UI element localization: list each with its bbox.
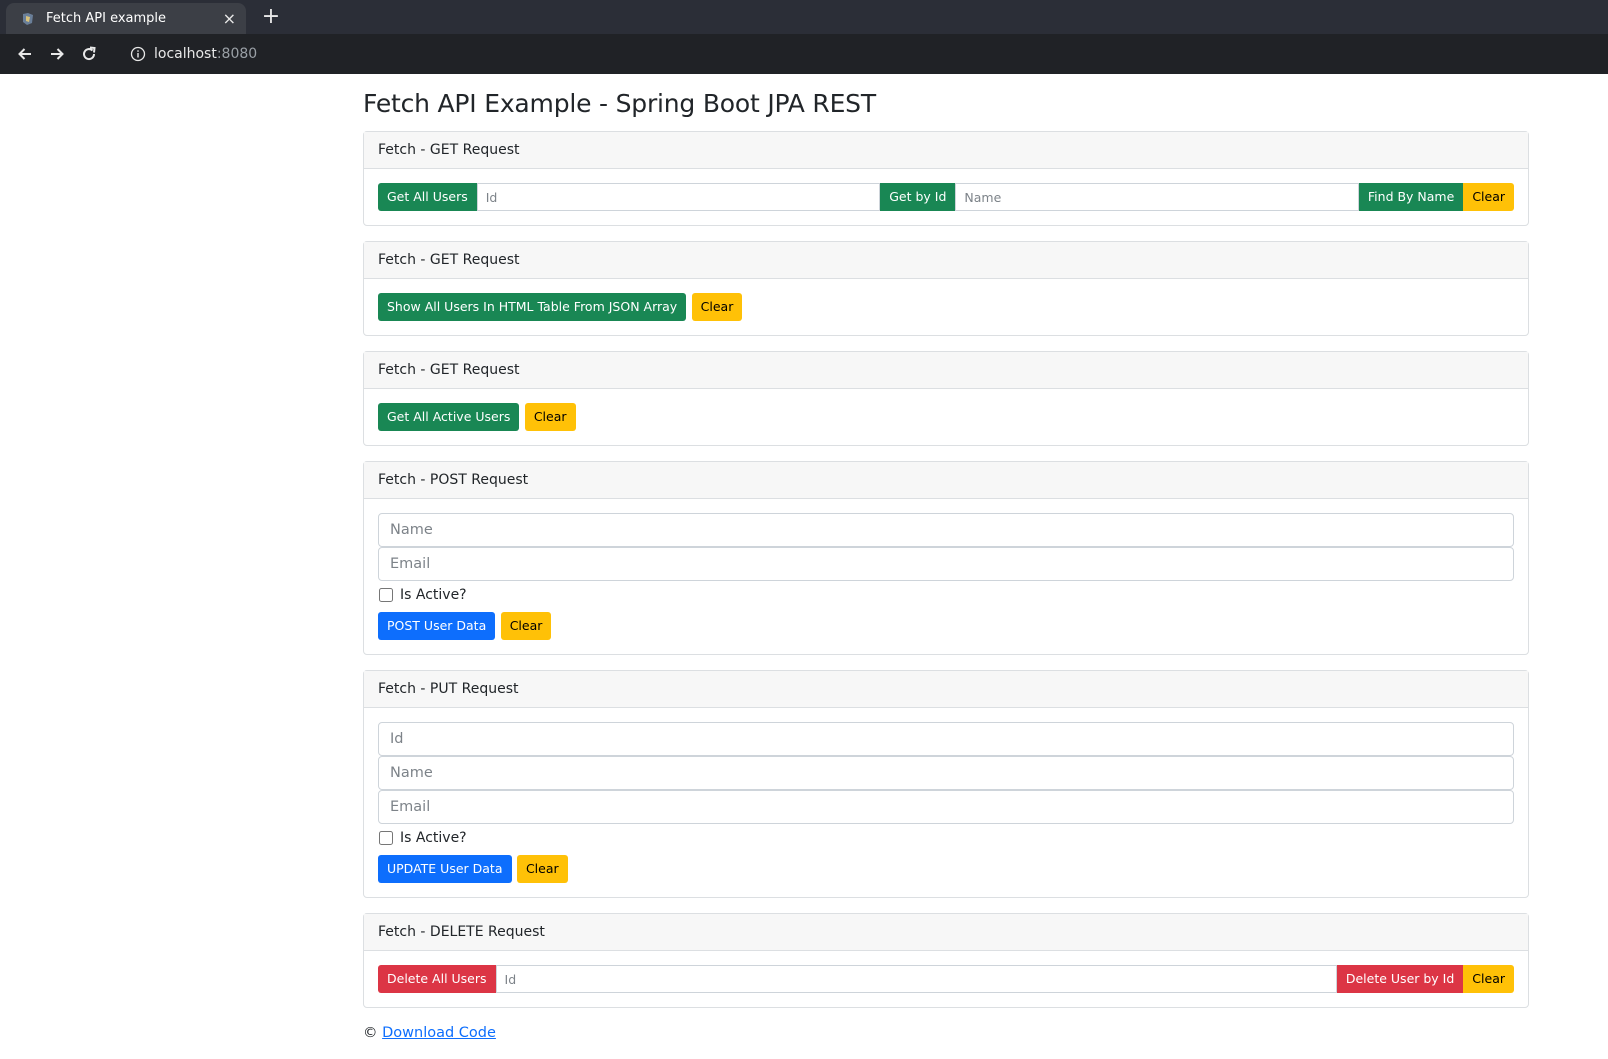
card-header: Fetch - PUT Request: [364, 671, 1528, 708]
get-all-users-button[interactable]: Get All Users: [378, 183, 477, 211]
put-active-check: Is Active?: [378, 827, 1514, 849]
clear-button[interactable]: Clear: [1463, 183, 1515, 211]
card-header: Fetch - GET Request: [364, 242, 1528, 279]
address-host: localhost: [154, 46, 217, 62]
copyright-symbol: ©: [363, 1025, 378, 1041]
post-active-label: Is Active?: [400, 587, 467, 603]
post-name-input[interactable]: [378, 513, 1514, 547]
browser-toolbar: localhost:8080: [0, 34, 1608, 74]
reload-icon[interactable]: [74, 39, 104, 69]
post-user-button[interactable]: POST User Data: [378, 612, 496, 640]
clear-button[interactable]: Clear: [524, 403, 576, 431]
get-by-id-button[interactable]: Get by Id: [880, 183, 956, 211]
get-input-group: Get All Users Get by Id Find By Name Cle…: [378, 183, 1515, 211]
get-table-card: Fetch - GET Request Show All Users In HT…: [363, 241, 1529, 336]
card-header: Fetch - GET Request: [364, 352, 1528, 389]
get-request-card: Fetch - GET Request Get All Users Get by…: [363, 131, 1529, 226]
post-active-checkbox[interactable]: [379, 588, 393, 602]
post-active-check: Is Active?: [378, 584, 1514, 606]
clear-button[interactable]: Clear: [516, 855, 568, 883]
put-active-checkbox[interactable]: [379, 831, 393, 845]
find-by-name-button[interactable]: Find By Name: [1358, 183, 1464, 211]
delete-id-input[interactable]: [495, 965, 1337, 993]
browser-tab[interactable]: Fetch API example ×: [6, 3, 246, 34]
put-request-card: Fetch - PUT Request Is Active? UPDATE Us…: [363, 670, 1529, 898]
browser-tab-bar: Fetch API example × +: [0, 0, 1608, 34]
delete-all-users-button[interactable]: Delete All Users: [378, 965, 496, 993]
address-bar[interactable]: localhost:8080: [130, 46, 257, 62]
favicon-icon: [20, 11, 36, 27]
download-code-link[interactable]: Download Code: [382, 1025, 496, 1041]
site-info-icon[interactable]: [130, 46, 146, 62]
update-user-button[interactable]: UPDATE User Data: [378, 855, 512, 883]
post-email-input[interactable]: [378, 547, 1514, 581]
delete-user-by-id-button[interactable]: Delete User by Id: [1336, 965, 1464, 993]
get-active-card: Fetch - GET Request Get All Active Users…: [363, 351, 1529, 446]
put-email-input[interactable]: [378, 790, 1514, 824]
put-active-label: Is Active?: [400, 830, 467, 846]
address-port: :8080: [216, 46, 258, 62]
delete-request-card: Fetch - DELETE Request Delete All Users …: [363, 913, 1529, 1008]
page-title: Fetch API Example - Spring Boot JPA REST: [363, 89, 876, 118]
show-users-table-button[interactable]: Show All Users In HTML Table From JSON A…: [378, 293, 687, 321]
tab-title: Fetch API example: [46, 11, 167, 26]
footer: © Download Code: [363, 1025, 1529, 1041]
get-id-input[interactable]: [476, 183, 881, 211]
clear-button[interactable]: Clear: [1463, 965, 1514, 993]
put-id-input[interactable]: [378, 722, 1514, 756]
forward-icon[interactable]: [42, 39, 72, 69]
get-name-input[interactable]: [955, 183, 1359, 211]
card-header: Fetch - POST Request: [364, 462, 1528, 499]
delete-input-group: Delete All Users Delete User by Id Clear: [378, 965, 1514, 993]
post-request-card: Fetch - POST Request Is Active? POST Use…: [363, 461, 1529, 655]
clear-button[interactable]: Clear: [691, 293, 743, 321]
clear-button[interactable]: Clear: [500, 612, 552, 640]
card-header: Fetch - GET Request: [364, 132, 1528, 169]
page-container: Fetch API Example - Spring Boot JPA REST…: [363, 72, 1529, 1041]
put-name-input[interactable]: [378, 756, 1514, 790]
new-tab-button[interactable]: +: [258, 4, 284, 30]
back-icon[interactable]: [10, 39, 40, 69]
card-header: Fetch - DELETE Request: [364, 914, 1528, 951]
close-tab-icon[interactable]: ×: [223, 9, 236, 28]
get-active-users-button[interactable]: Get All Active Users: [378, 403, 520, 431]
